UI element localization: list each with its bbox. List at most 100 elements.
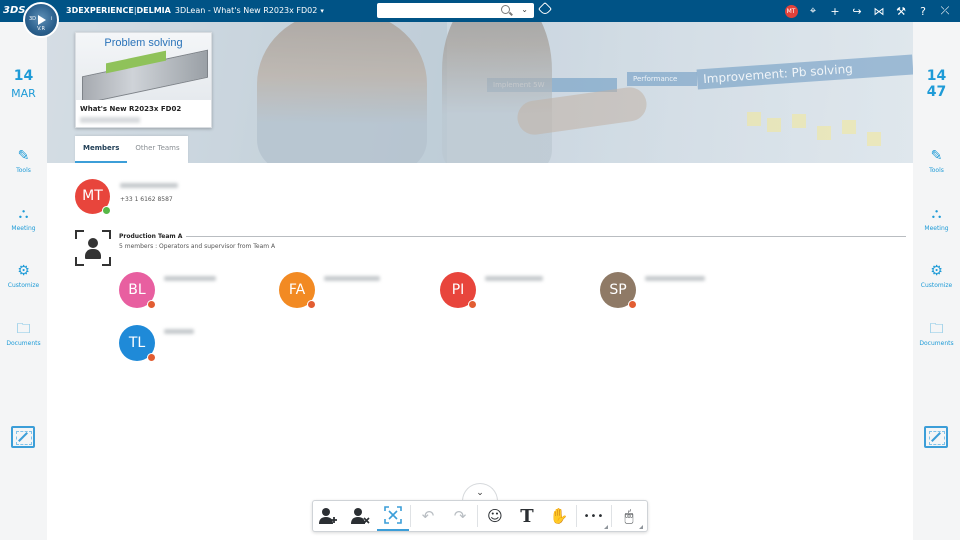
meeting-button[interactable]: ⛬ Meeting — [0, 206, 47, 232]
member-initials: FA — [288, 282, 306, 298]
search-input[interactable]: ⌄ — [377, 3, 534, 18]
app-name: 3DLean - What's New R2023x FD02 — [174, 6, 318, 15]
undo-icon: ↶ — [421, 507, 435, 525]
tag-icon[interactable] — [537, 1, 553, 17]
meeting-label: Meeting — [924, 225, 949, 232]
sticker-button[interactable]: ☺ — [479, 501, 511, 531]
gear-icon: ⚙ — [17, 263, 30, 279]
user-avatar-button[interactable]: MT — [780, 0, 802, 22]
owner-initials: MT — [82, 188, 103, 204]
left-side-panel: 14 MAR ✎ Tools ⛬ Meeting ⚙ Customize 🗀 D… — [0, 22, 47, 540]
help-icon[interactable]: ? — [912, 0, 934, 22]
app-title[interactable]: 3DEXPERIENCE | DELMIA 3DLean - What's Ne… — [66, 0, 324, 22]
more-icon: ••• — [583, 510, 605, 522]
tag-icon[interactable]: ⌖ — [802, 0, 824, 22]
meeting-icon: ⛬ — [18, 206, 29, 222]
status-dot-busy — [147, 300, 156, 309]
compass-label: V.R — [37, 26, 45, 32]
tab-other-teams[interactable]: Other Teams — [127, 136, 187, 163]
more-button[interactable]: ••• — [578, 501, 610, 531]
text-button[interactable]: T — [511, 501, 543, 531]
documents-button[interactable]: 🗀 Documents — [0, 321, 47, 347]
meeting-icon: ⛬ — [931, 206, 942, 222]
tab-members[interactable]: Members — [75, 136, 128, 163]
play-icon — [38, 15, 46, 25]
team-description: 5 members : Operators and supervisor fro… — [119, 243, 276, 250]
add-member-icon — [319, 508, 337, 524]
member-avatar[interactable]: PI — [440, 272, 477, 309]
mouse-pointer-icon: 🖱 — [624, 507, 634, 525]
share-icon[interactable]: ↪ — [846, 0, 868, 22]
status-dot-busy — [147, 353, 156, 362]
team-divider — [186, 236, 906, 237]
status-dot-busy — [468, 300, 477, 309]
redo-button[interactable]: ↷ — [444, 501, 476, 531]
add-member-button[interactable] — [313, 501, 345, 531]
team-icon — [75, 230, 111, 266]
card-name: What's New R2023x FD02 — [80, 105, 182, 113]
member-initials: PI — [451, 282, 465, 298]
team-icon-corner — [75, 257, 84, 266]
member-name-blurred — [164, 276, 216, 281]
plus-icon[interactable]: + — [824, 0, 846, 22]
date-day: 14 — [13, 68, 34, 84]
documents-label: Documents — [919, 340, 954, 347]
user-avatar: MT — [784, 4, 798, 18]
toolbar-separator — [576, 505, 577, 527]
collapse-icon[interactable]: ⤫ — [934, 0, 956, 22]
team-name[interactable]: Production Team A — [119, 233, 182, 240]
pointer-button[interactable]: 🖱 — [613, 501, 645, 531]
member-avatar[interactable]: TL — [119, 325, 156, 362]
member-name-blurred — [324, 276, 380, 281]
hand-button[interactable]: ✋ — [543, 501, 575, 531]
customize-button[interactable]: ⚙ Customize — [913, 263, 960, 289]
owner-phone: +33 1 6162 8587 — [120, 196, 173, 203]
remove-member-icon — [351, 508, 370, 524]
time-hour: 14 — [926, 68, 947, 84]
member-avatar[interactable]: SP — [600, 272, 637, 309]
customize-label: Customize — [7, 282, 40, 289]
search-icon[interactable] — [501, 5, 510, 14]
documents-label: Documents — [6, 340, 41, 347]
card-owner-blurred — [80, 117, 140, 123]
brand-delmia: DELMIA — [136, 6, 171, 15]
member-avatar[interactable]: BL — [119, 272, 156, 309]
folder-icon: 🗀 — [929, 321, 944, 337]
tools-button[interactable]: ✎ Tools — [0, 148, 47, 174]
meeting-label: Meeting — [11, 225, 36, 232]
member-name-blurred — [164, 329, 194, 334]
member-name-blurred — [485, 276, 543, 281]
text-icon: T — [520, 505, 534, 527]
owner-avatar[interactable]: MT — [75, 179, 111, 215]
redo-icon: ↷ — [453, 507, 467, 525]
meeting-button[interactable]: ⛬ Meeting — [913, 206, 960, 232]
tools-button[interactable]: ✎ Tools — [913, 148, 960, 174]
tools-icon: ✎ — [17, 148, 30, 164]
dashboard-card[interactable]: Problem solving What's New R2023x FD02 — [75, 32, 212, 128]
remove-member-button[interactable] — [345, 501, 377, 531]
brand-3dx: 3DEXPERIENCE — [66, 6, 134, 15]
undo-button[interactable]: ↶ — [412, 501, 444, 531]
collapse-icon — [384, 506, 402, 524]
card-thumbnail: Problem solving — [76, 33, 211, 100]
toolbar-separator — [477, 505, 478, 527]
collapse-panel-icon[interactable] — [924, 426, 948, 448]
chevron-down-icon[interactable]: ▾ — [320, 0, 324, 22]
hand-icon: ✋ — [549, 507, 569, 525]
ds-logo-icon[interactable]: 3DS — [3, 3, 25, 19]
search-options-chevron-icon[interactable]: ⌄ — [521, 5, 528, 14]
sticker-icon: ☺ — [487, 507, 503, 525]
customize-button[interactable]: ⚙ Customize — [0, 263, 47, 289]
top-bar: 3DS 3DEXPERIENCE | DELMIA 3DLean - What'… — [0, 0, 960, 22]
tools-icon[interactable]: ⚒ — [890, 0, 912, 22]
compass-quadrant-i: i — [51, 16, 53, 22]
member-avatar[interactable]: FA — [279, 272, 316, 309]
member-initials: SP — [609, 282, 627, 298]
network-icon[interactable]: ⋈ — [868, 0, 890, 22]
compass-icon[interactable]: 3D i V.R — [23, 2, 59, 38]
status-dot-online — [102, 206, 111, 215]
fit-view-button[interactable] — [377, 501, 409, 531]
collapse-panel-icon[interactable] — [11, 426, 35, 448]
team-icon-corner — [102, 230, 111, 239]
documents-button[interactable]: 🗀 Documents — [913, 321, 960, 347]
